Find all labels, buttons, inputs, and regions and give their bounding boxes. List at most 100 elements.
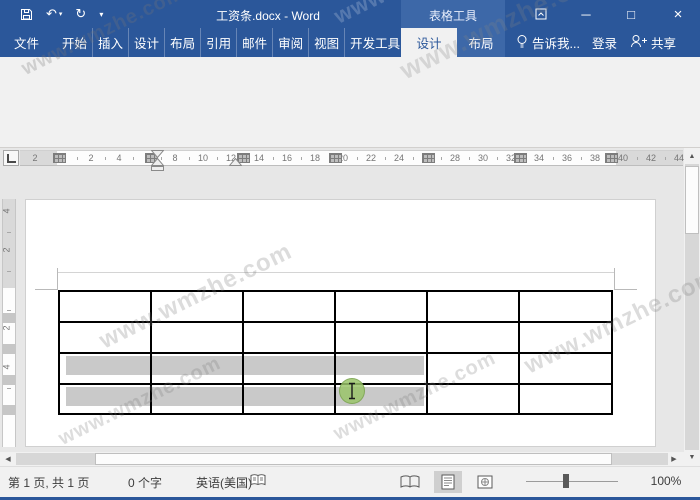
row-boundary-marker[interactable]	[3, 405, 15, 415]
table-cell[interactable]	[60, 292, 152, 323]
redo-icon[interactable]: ↻	[75, 6, 86, 22]
table-cell[interactable]	[152, 292, 244, 323]
table-cell[interactable]	[520, 385, 611, 413]
column-marker-icon[interactable]	[329, 153, 342, 163]
table-cell[interactable]	[60, 323, 152, 354]
text-boundary-line	[58, 272, 614, 273]
vertical-scroll-thumb[interactable]	[685, 166, 699, 234]
scroll-up-icon[interactable]: ▲	[685, 149, 699, 163]
table-cell[interactable]	[60, 385, 152, 413]
contextual-tab-布局[interactable]: 布局	[457, 28, 505, 57]
ruler-tick	[301, 157, 302, 160]
ruler-number: 42	[645, 153, 657, 163]
column-marker-icon[interactable]	[605, 153, 618, 163]
document-table[interactable]	[58, 290, 613, 415]
ruler-number: 36	[561, 153, 573, 163]
table-cell[interactable]	[520, 323, 611, 354]
horizontal-scroll-thumb[interactable]	[95, 453, 612, 465]
maximize-button[interactable]: □	[617, 0, 645, 28]
ruler-tick	[665, 157, 666, 160]
scroll-down-icon[interactable]: ▼	[685, 450, 699, 464]
share-button[interactable]: 共享	[630, 28, 676, 57]
table-cell[interactable]	[336, 292, 428, 323]
word-count[interactable]: 0 个字	[128, 474, 162, 491]
tab-布局[interactable]: 布局	[165, 28, 202, 57]
tab-stop-selector[interactable]	[3, 150, 19, 166]
print-layout-icon[interactable]	[434, 471, 462, 493]
read-mode-icon[interactable]	[396, 471, 424, 493]
horizontal-ruler[interactable]: 2246810121416182022242628303234363840424…	[20, 150, 684, 166]
zoom-level[interactable]: 100%	[642, 474, 690, 488]
title-bar: ↶ ▾ ↻ ▾ 工资条.docx - Word 表格工具 ─ □ ×	[0, 0, 700, 28]
ruler-number: 24	[393, 153, 405, 163]
vertical-ruler[interactable]: 4 2 2 4	[2, 168, 16, 452]
ruler-tick	[413, 157, 414, 160]
table-cell[interactable]	[244, 323, 336, 354]
ruler-number: 2	[1, 247, 12, 253]
minimize-button[interactable]: ─	[572, 0, 600, 28]
tab-引用[interactable]: 引用	[201, 28, 238, 57]
tab-file[interactable]: 文件	[0, 28, 53, 57]
table-cell[interactable]	[428, 354, 520, 385]
sign-in-button[interactable]: 登录	[592, 28, 617, 57]
table-cell[interactable]	[428, 323, 520, 354]
ruler-tick	[7, 231, 11, 233]
table-cell[interactable]	[520, 354, 611, 385]
tab-开发工具[interactable]: 开发工具	[345, 28, 407, 57]
save-icon[interactable]	[20, 8, 33, 21]
ruler-tick	[189, 157, 190, 160]
table-cell[interactable]	[428, 292, 520, 323]
table-cell[interactable]	[152, 385, 244, 413]
right-indent-marker[interactable]	[228, 157, 243, 166]
proofing-status-icon[interactable]	[250, 473, 266, 491]
tab-视图[interactable]: 视图	[309, 28, 346, 57]
row-boundary-marker[interactable]	[3, 375, 15, 385]
customize-qat-icon[interactable]: ▾	[99, 10, 103, 19]
ruler-number: 2	[32, 153, 38, 163]
tab-开始[interactable]: 开始	[57, 28, 94, 57]
tab-邮件[interactable]: 邮件	[237, 28, 274, 57]
vertical-scrollbar[interactable]: ▲ ▼	[684, 148, 700, 466]
ribbon-tabs: 文件 开始 插入 设计 布局 引用 邮件 审阅 视图 开发工具	[0, 28, 407, 57]
undo-dropdown-icon[interactable]: ▾	[59, 10, 63, 18]
table-cell[interactable]	[520, 292, 611, 323]
table-cell[interactable]	[152, 323, 244, 354]
ruler-number: 4	[1, 364, 12, 370]
ruler-tick	[637, 157, 638, 160]
horizontal-scrollbar[interactable]: ◀ ▶	[0, 452, 684, 466]
column-marker-icon[interactable]	[53, 153, 66, 163]
table-cell[interactable]	[428, 385, 520, 413]
table-cell[interactable]	[244, 385, 336, 413]
table-cell[interactable]	[244, 354, 336, 385]
web-layout-icon[interactable]	[471, 471, 499, 493]
ribbon-display-options-icon[interactable]	[528, 0, 554, 28]
left-indent-marker[interactable]	[151, 166, 164, 171]
zoom-slider-thumb[interactable]	[563, 474, 569, 488]
contextual-tool-title: 表格工具	[428, 9, 477, 23]
table-cell[interactable]	[336, 323, 428, 354]
contextual-tab-设计[interactable]: 设计	[401, 28, 457, 57]
table-cell[interactable]	[244, 292, 336, 323]
close-button[interactable]: ×	[663, 0, 693, 28]
table-cell[interactable]	[60, 354, 152, 385]
first-line-indent-marker[interactable]	[150, 150, 165, 159]
hanging-indent-marker[interactable]	[150, 157, 165, 166]
tell-me-box[interactable]: 告诉我...	[516, 28, 580, 57]
ruler-tick	[133, 157, 134, 160]
table-cell[interactable]	[152, 354, 244, 385]
tab-设计[interactable]: 设计	[129, 28, 166, 57]
scroll-right-icon[interactable]: ▶	[668, 453, 680, 465]
page-indicator[interactable]: 第 1 页, 共 1 页	[8, 474, 89, 491]
column-marker-icon[interactable]	[514, 153, 527, 163]
undo-icon[interactable]: ↶ ▾	[46, 6, 62, 22]
scroll-left-icon[interactable]: ◀	[2, 453, 14, 465]
row-boundary-marker[interactable]	[3, 313, 15, 323]
tab-审阅[interactable]: 审阅	[273, 28, 310, 57]
tab-插入[interactable]: 插入	[93, 28, 130, 57]
ruler-tick	[273, 157, 274, 160]
column-marker-icon[interactable]	[422, 153, 435, 163]
zoom-slider-track[interactable]	[526, 481, 618, 482]
row-boundary-marker[interactable]	[3, 344, 15, 354]
language-indicator[interactable]: 英语(美国)	[196, 474, 252, 491]
ruler-tick	[469, 157, 470, 160]
